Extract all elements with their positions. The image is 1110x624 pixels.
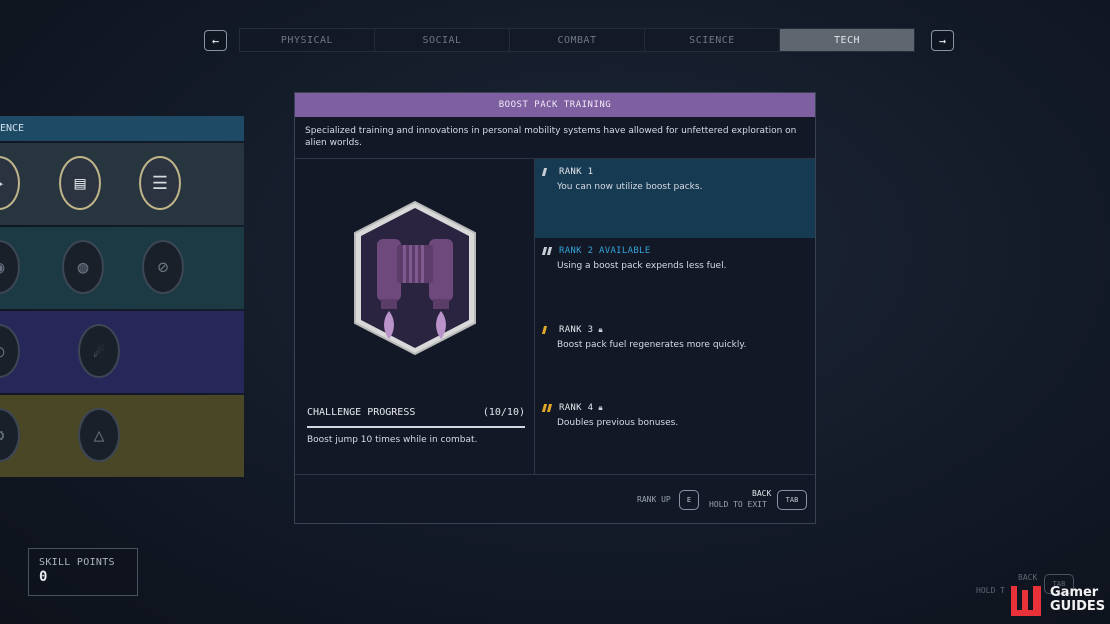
rank-2-row[interactable]: RANK 2 AVAILABLE Using a boost pack expe… (535, 238, 815, 317)
rank-3-row[interactable]: RANK 3 🔒︎ Boost pack fuel regenerates mo… (535, 317, 815, 396)
skill-points-value: 0 (39, 569, 48, 585)
skill-node-icon[interactable]: ◐ (0, 324, 20, 378)
skill-points-box: SKILL POINTS 0 (28, 548, 138, 596)
rank-pip-icon (541, 246, 557, 255)
rank-label: RANK 3 (559, 324, 594, 335)
watermark-line-2: GUIDES (1050, 599, 1106, 614)
tree-tier-4: ⚙ △ (0, 395, 244, 477)
rank-pip-icon (541, 404, 557, 413)
boost-pack-badge-icon (354, 200, 476, 356)
rank-pip-icon (541, 325, 557, 334)
watermark-line-1: Gamer (1050, 585, 1099, 600)
challenge-progress-bar (307, 426, 525, 428)
gamer-guides-logo-icon (1011, 586, 1041, 616)
skill-node-icon[interactable]: ▤ (59, 156, 101, 210)
rank-label: RANK 2 AVAILABLE (559, 245, 651, 256)
skill-tree-header: ENCE (0, 116, 244, 141)
skill-node-icon[interactable]: △ (78, 408, 120, 462)
skill-description: Specialized training and innovations in … (295, 117, 815, 159)
lock-icon: 🔒︎ (598, 324, 603, 334)
challenge-description: Boost jump 10 times while in combat. (307, 435, 478, 445)
tree-tier-2: ◉ ◍ ⊘ (0, 227, 244, 309)
gamer-guides-watermark: Gamer GUIDES (1008, 580, 1105, 620)
skill-node-icon[interactable]: ✦ (0, 156, 20, 210)
skill-node-icon[interactable]: ⚙ (0, 408, 20, 462)
next-category-button[interactable]: → (931, 30, 954, 51)
skill-tree-panel: ENCE ✦ ▤ ☰ ◉ ◍ ⊘ ◐ ☄ ⚙ △ (0, 116, 244, 477)
skill-node-icon[interactable]: ☰ (139, 156, 181, 210)
rank-up-label: RANK UP (637, 495, 671, 504)
rank-list: RANK 1 You can now utilize boost packs. … (535, 159, 815, 474)
rank-label: RANK 4 (559, 403, 594, 414)
rank-description: Boost pack fuel regenerates more quickly… (557, 339, 747, 350)
skill-node-icon[interactable]: ◉ (0, 240, 20, 294)
prev-category-button[interactable]: ← (204, 30, 227, 51)
rank-1-row[interactable]: RANK 1 You can now utilize boost packs. (535, 159, 815, 238)
tree-tier-3: ◐ ☄ (0, 311, 244, 393)
back-label: BACK (752, 489, 772, 498)
tab-science[interactable]: SCIENCE (645, 29, 780, 51)
hold-to-exit-label: HOLD TO EXIT (709, 500, 767, 509)
ghost-hold-label: HOLD T (976, 586, 1005, 595)
category-tabs: PHYSICAL SOCIAL COMBAT SCIENCE TECH (239, 28, 915, 52)
challenge-label: CHALLENGE PROGRESS (307, 407, 416, 418)
tab-physical[interactable]: PHYSICAL (240, 29, 375, 51)
rank-label: RANK 1 (559, 167, 594, 177)
exit-key-button[interactable]: TAB (777, 490, 807, 510)
rank-pip-icon (541, 168, 557, 176)
tab-social[interactable]: SOCIAL (375, 29, 510, 51)
challenge-count: (10/10) (482, 407, 525, 418)
arrow-left-icon: ← (211, 33, 220, 48)
rank-description: Doubles previous bonuses. (557, 418, 679, 429)
rank-4-row[interactable]: RANK 4 🔒︎ Doubles previous bonuses. (535, 395, 815, 474)
rank-description: You can now utilize boost packs. (557, 182, 703, 192)
tab-tech[interactable]: TECH (780, 29, 914, 51)
rank-up-key-button[interactable]: E (679, 490, 699, 510)
arrow-right-icon: → (938, 33, 947, 48)
modal-footer: RANK UP E BACK HOLD TO EXIT TAB (295, 475, 815, 523)
skill-title: BOOST PACK TRAINING (295, 93, 815, 117)
tree-tier-1: ✦ ▤ ☰ (0, 143, 244, 225)
skill-node-icon[interactable]: ◍ (62, 240, 104, 294)
skill-node-icon[interactable]: ⊘ (142, 240, 184, 294)
skill-detail-modal: BOOST PACK TRAINING Specialized training… (294, 92, 816, 524)
rank-description: Using a boost pack expends less fuel. (557, 260, 727, 271)
skill-node-icon[interactable]: ☄ (78, 324, 120, 378)
lock-icon: 🔒︎ (598, 403, 603, 413)
skill-points-label: SKILL POINTS (39, 557, 115, 568)
skill-detail-body: CHALLENGE PROGRESS (10/10) Boost jump 10… (295, 159, 815, 475)
challenge-progress: CHALLENGE PROGRESS (10/10) (307, 407, 525, 418)
tab-combat[interactable]: COMBAT (510, 29, 645, 51)
skill-badge-column: CHALLENGE PROGRESS (10/10) Boost jump 10… (295, 159, 535, 474)
